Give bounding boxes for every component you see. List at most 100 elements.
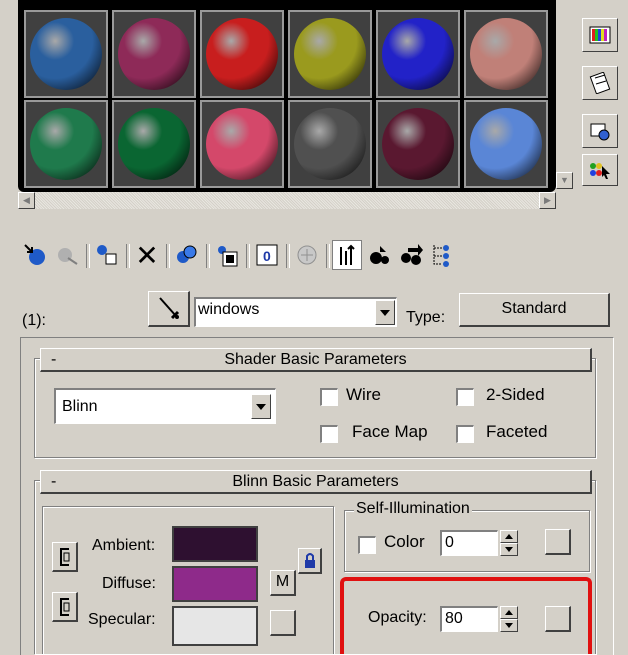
material-name-dropdown-button[interactable] (375, 300, 395, 325)
scroll-down-button[interactable]: ▼ (556, 172, 573, 189)
material-sphere (206, 18, 278, 90)
make-unique-button[interactable] (212, 240, 242, 270)
self-illumination-title: Self-Illumination (354, 500, 472, 518)
material-sphere (118, 18, 190, 90)
sample-slot[interactable] (24, 10, 108, 98)
material-sphere (382, 108, 454, 180)
sample-slot[interactable] (112, 10, 196, 98)
go-forward-sibling-button[interactable] (396, 240, 426, 270)
sample-slot[interactable] (376, 10, 460, 98)
reset-map-button[interactable]: ✕ (132, 239, 162, 271)
material-sphere (206, 108, 278, 180)
chevron-down-icon (380, 309, 390, 316)
show-map-button[interactable] (292, 240, 322, 270)
opacity-label: Opacity: (368, 609, 427, 626)
reset-icon: ✕ (135, 239, 159, 271)
sample-slot[interactable] (376, 100, 460, 188)
specular-map-button[interactable] (270, 610, 296, 636)
material-effects-channel-button[interactable]: 0 (252, 240, 282, 270)
material-index-label: (1): (22, 312, 46, 329)
shader-basic-title: Shader Basic Parameters (224, 351, 407, 368)
sample-slot[interactable] (200, 100, 284, 188)
sample-slot[interactable] (288, 100, 372, 188)
material-sphere (470, 18, 542, 90)
material-sphere (294, 108, 366, 180)
sample-slot[interactable] (24, 100, 108, 188)
self-illumination-map-button[interactable] (545, 529, 571, 555)
diffuse-label: Diffuse: (102, 575, 156, 592)
show-map-icon (297, 245, 317, 265)
faceted-label: Faceted (486, 422, 548, 441)
film-icon (589, 72, 611, 94)
assign-material-icon (97, 245, 117, 265)
wire-label: Wire (346, 385, 381, 404)
options-button[interactable] (582, 114, 618, 148)
material-name-field[interactable]: windows (194, 297, 397, 327)
material-navigator-icon (433, 245, 449, 267)
shader-type-dropdown-button[interactable] (251, 394, 271, 419)
lock-colors-button[interactable] (298, 548, 322, 574)
scroll-left-button[interactable]: ◀ (18, 192, 35, 209)
blinn-basic-header[interactable]: - Blinn Basic Parameters (40, 470, 592, 494)
sample-slot[interactable] (200, 10, 284, 98)
vertical-scrollbar[interactable]: ▼ (556, 0, 573, 192)
put-to-scene-button[interactable] (52, 240, 82, 270)
collapse-icon: - (51, 473, 57, 490)
diffuse-color-swatch[interactable] (172, 566, 258, 602)
self-illumination-spinner[interactable] (500, 530, 518, 556)
face-map-checkbox[interactable] (320, 425, 338, 443)
material-type-button[interactable]: Standard (459, 293, 610, 327)
material-sphere (382, 18, 454, 90)
collapse-icon: - (51, 351, 57, 368)
horizontal-scrollbar[interactable]: ◀ ▶ (18, 192, 556, 209)
material-sphere (118, 108, 190, 180)
two-sided-label: 2-Sided (486, 385, 545, 404)
lock-diffuse-specular-map-button[interactable] (52, 592, 78, 622)
go-to-parent-button[interactable] (364, 240, 394, 270)
opacity-input[interactable]: 80 (440, 606, 498, 632)
eyedropper-icon (158, 296, 179, 319)
ambient-label: Ambient: (92, 537, 156, 554)
lock-icon (304, 552, 315, 568)
make-copy-button[interactable] (172, 240, 202, 270)
type-label: Type: (406, 309, 446, 326)
assign-material-button[interactable] (92, 240, 122, 270)
bracket-lock-icon (59, 597, 69, 616)
diffuse-map-button[interactable]: M (270, 570, 296, 596)
opacity-map-button[interactable] (545, 606, 571, 632)
wire-checkbox[interactable] (320, 388, 338, 406)
material-effects-channel-icon: 0 (256, 244, 278, 266)
sample-slot[interactable] (288, 10, 372, 98)
get-material-button[interactable] (20, 240, 50, 270)
two-sided-checkbox[interactable] (456, 388, 474, 406)
specular-color-swatch[interactable] (172, 606, 258, 646)
self-illum-color-checkbox[interactable] (358, 536, 376, 554)
pick-material-button[interactable] (148, 291, 190, 327)
opacity-spinner[interactable] (500, 606, 518, 632)
sample-slot[interactable] (112, 100, 196, 188)
svg-text:0: 0 (263, 248, 271, 264)
show-end-result-button[interactable] (332, 240, 362, 270)
scroll-right-button[interactable]: ▶ (539, 192, 556, 209)
material-sphere (30, 18, 102, 90)
make-preview-button[interactable] (582, 66, 618, 100)
self-illumination-value: 0 (445, 534, 454, 551)
sample-slot[interactable] (464, 100, 548, 188)
get-material-icon (24, 244, 45, 265)
lock-ambient-diffuse-map-button[interactable] (52, 542, 78, 572)
material-navigator-button[interactable] (426, 240, 456, 270)
make-copy-icon (177, 245, 197, 263)
sample-slot[interactable] (464, 10, 548, 98)
select-by-material-button[interactable] (582, 154, 618, 186)
opacity-value: 80 (445, 610, 463, 627)
self-illumination-input[interactable]: 0 (440, 530, 498, 556)
material-name-value: windows (198, 301, 260, 318)
shader-type-dropdown[interactable]: Blinn (54, 388, 276, 424)
specular-label: Specular: (88, 611, 156, 628)
shader-basic-header[interactable]: - Shader Basic Parameters (40, 348, 592, 372)
ambient-color-swatch[interactable] (172, 526, 258, 562)
faceted-checkbox[interactable] (456, 425, 474, 443)
blinn-basic-title: Blinn Basic Parameters (232, 473, 399, 490)
spinner-down-icon (505, 547, 513, 552)
background-button[interactable] (582, 18, 618, 52)
